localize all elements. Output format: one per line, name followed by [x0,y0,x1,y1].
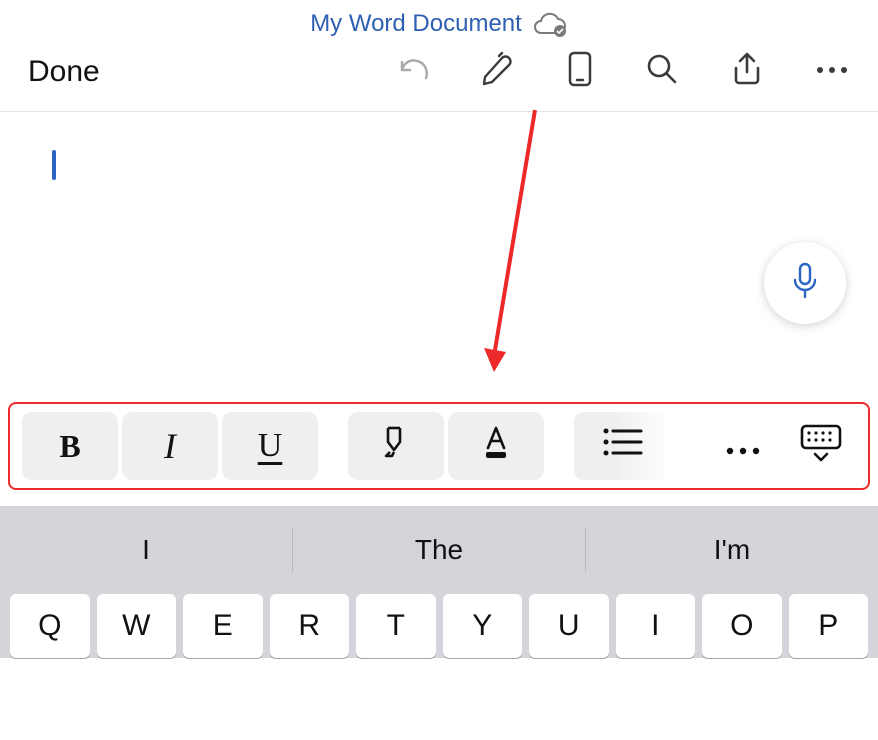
predictive-suggestion[interactable]: I [0,534,292,566]
underline-glyph: U [258,427,283,465]
undo-icon[interactable] [392,52,430,91]
key-o[interactable]: O [702,594,782,658]
dictation-button[interactable] [764,242,846,324]
format-toolbar: B I U [8,402,870,490]
keyboard-collapse-icon [798,422,844,470]
highlight-cluster [348,412,544,480]
key-y[interactable]: Y [443,594,523,658]
key-q[interactable]: Q [10,594,90,658]
document-title[interactable]: My Word Document [310,10,522,38]
key-w[interactable]: W [97,594,177,658]
keyboard-area: I The I'm Q W E R T Y U I O P [0,506,878,658]
bulleted-list-button[interactable] [574,412,670,480]
draw-pen-icon[interactable] [480,51,516,92]
hide-keyboard-button[interactable] [786,412,856,480]
share-icon[interactable] [730,50,764,93]
highlighter-icon [376,422,416,470]
done-button[interactable]: Done [20,55,108,89]
predictive-text-row: I The I'm [0,520,878,580]
highlighter-button[interactable] [348,412,444,480]
annotation-arrow [480,102,550,382]
key-e[interactable]: E [183,594,263,658]
key-p[interactable]: P [789,594,869,658]
italic-button[interactable]: I [122,412,218,480]
bold-button[interactable]: B [22,412,118,480]
text-style-cluster: B I U [22,412,318,480]
font-color-icon [476,422,516,470]
key-u[interactable]: U [529,594,609,658]
italic-glyph: I [164,425,176,467]
search-icon[interactable] [644,51,680,92]
header-bar: My Word Document [0,0,878,42]
keyboard-row-1: Q W E R T Y U I O P [0,580,878,658]
predictive-suggestion[interactable]: I'm [586,534,878,566]
cloud-sync-icon[interactable] [532,11,568,37]
action-icons-group [392,50,850,93]
document-editing-area[interactable] [0,112,878,402]
more-icon[interactable] [814,63,850,81]
underline-button[interactable]: U [222,412,318,480]
text-cursor [52,150,56,180]
predictive-suggestion[interactable]: The [293,534,585,566]
more-format-button[interactable] [708,412,778,480]
key-r[interactable]: R [270,594,350,658]
microphone-icon [790,261,820,306]
list-icon [601,425,643,467]
mobile-view-icon[interactable] [566,50,594,93]
font-color-button[interactable] [448,412,544,480]
top-action-bar: Done [0,42,878,112]
key-t[interactable]: T [356,594,436,658]
more-horizontal-icon [723,428,763,465]
key-i[interactable]: I [616,594,696,658]
